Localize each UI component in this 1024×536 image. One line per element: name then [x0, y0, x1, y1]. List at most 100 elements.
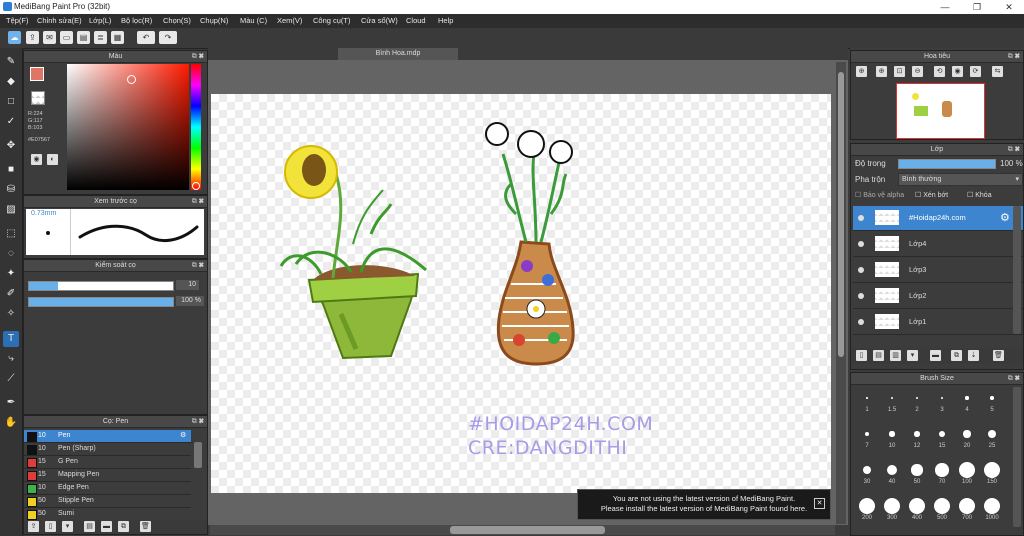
- undo-icon[interactable]: ↶: [137, 31, 155, 44]
- brush-delete-icon[interactable]: 🗑: [140, 521, 151, 532]
- brush-size-option[interactable]: 20: [956, 425, 978, 459]
- minimize-button[interactable]: —: [930, 1, 960, 13]
- brush-upload-icon[interactable]: ⇪: [28, 521, 39, 532]
- saturation-value-picker[interactable]: [67, 64, 189, 190]
- eraser-tool-icon[interactable]: ◆: [3, 74, 19, 90]
- close-button[interactable]: ✕: [994, 1, 1024, 13]
- brush-list-item[interactable]: 10 Edge Pen: [24, 482, 191, 495]
- menu-tools[interactable]: Công cụ(T): [313, 16, 351, 25]
- layer-row[interactable]: Lớp1: [853, 310, 1023, 335]
- gear-icon[interactable]: ⚙: [1000, 211, 1010, 224]
- menu-help[interactable]: Help: [438, 16, 453, 25]
- list-icon[interactable]: ≣: [94, 31, 107, 44]
- menu-edit[interactable]: Chỉnh sửa(E): [37, 16, 82, 25]
- brush-settings-icon[interactable]: ▤: [84, 521, 95, 532]
- brush-size-option[interactable]: 50: [906, 461, 928, 495]
- secondary-color-swatch[interactable]: [31, 91, 45, 105]
- canvas-vertical-scrollbar[interactable]: [836, 62, 846, 524]
- vertical-scroll-thumb[interactable]: [838, 72, 844, 357]
- brush-size-option[interactable]: 700: [956, 497, 978, 531]
- move-tool-icon[interactable]: ✥: [3, 138, 19, 154]
- brush-tool-icon[interactable]: ✎: [3, 54, 19, 70]
- operation-tool-icon[interactable]: ⤷: [3, 351, 19, 367]
- brush-list-item[interactable]: 10 Pen ⚙: [24, 430, 191, 443]
- merge-layer-icon[interactable]: ⇣: [968, 350, 979, 361]
- add-brush-icon[interactable]: ▾: [62, 521, 73, 532]
- cloud-icon[interactable]: ☁: [8, 31, 21, 44]
- duplicate-layer-icon[interactable]: ⧉: [951, 350, 962, 361]
- panel-controls-icon[interactable]: ⧉ ✖: [1008, 373, 1020, 384]
- brush-size-option[interactable]: 1000: [981, 497, 1003, 531]
- layer-row[interactable]: Lớp3: [853, 258, 1023, 283]
- new-halftone-layer-icon[interactable]: ▤: [873, 350, 884, 361]
- chat-icon[interactable]: ▭: [60, 31, 73, 44]
- menu-window[interactable]: Cửa sổ(W): [361, 16, 398, 25]
- zoom-fit-icon[interactable]: ⊡: [894, 66, 905, 77]
- menu-color[interactable]: Màu (C): [240, 16, 267, 25]
- select-pen-icon[interactable]: ✐: [3, 286, 19, 302]
- brush-size-option[interactable]: 12: [906, 425, 928, 459]
- hand-tool-icon[interactable]: ✋: [3, 415, 19, 431]
- brush-copy-icon[interactable]: ⧉: [118, 521, 129, 532]
- dropper-tool-icon[interactable]: ⟋: [3, 371, 19, 387]
- new-brush-icon[interactable]: ▯: [45, 521, 56, 532]
- gradient-tool-icon[interactable]: ▨: [3, 202, 19, 218]
- flip-icon[interactable]: ⇆: [992, 66, 1003, 77]
- brush-size-option[interactable]: 15: [931, 425, 953, 459]
- brush-size-option[interactable]: 1: [856, 389, 878, 423]
- brush-size-scrollbar[interactable]: [1013, 387, 1021, 527]
- menu-layer[interactable]: Lớp(L): [89, 16, 111, 25]
- brush-size-option[interactable]: 70: [931, 461, 953, 495]
- drawing-canvas[interactable]: #HOIDAP24H.COM CRE:DANGDITHI: [211, 94, 831, 493]
- menu-select[interactable]: Chọn(S): [163, 16, 191, 25]
- canvas-horizontal-scrollbar[interactable]: [210, 525, 835, 535]
- rotate-cw-icon[interactable]: ⟳: [970, 66, 981, 77]
- notice-close-icon[interactable]: ✕: [814, 498, 825, 509]
- protect-alpha-option[interactable]: ☐ Bảo vệ alpha: [855, 191, 904, 199]
- lock-option[interactable]: ☐ Khóa: [967, 191, 992, 199]
- layer-opacity-slider[interactable]: [898, 159, 996, 169]
- menu-view[interactable]: Xem(V): [277, 16, 302, 25]
- color-picker-cursor[interactable]: [127, 75, 136, 84]
- brush-size-option[interactable]: 10: [881, 425, 903, 459]
- page-icon[interactable]: ▤: [77, 31, 90, 44]
- document-tab[interactable]: Bình Hoa.mdp: [338, 48, 458, 60]
- add-layer-icon[interactable]: ▾: [907, 350, 918, 361]
- maximize-button[interactable]: ❐: [962, 1, 992, 13]
- brush-size-slider[interactable]: [28, 281, 174, 291]
- visibility-icon[interactable]: [858, 319, 864, 325]
- menu-cloud[interactable]: Cloud: [406, 16, 426, 25]
- rotate-icon[interactable]: ⟲: [934, 66, 945, 77]
- brush-list-item[interactable]: 10 Pen (Sharp): [24, 443, 191, 456]
- layer-row[interactable]: #Hoidap24h.com ⚙: [853, 206, 1023, 231]
- check-tool-icon[interactable]: ✓: [3, 114, 19, 130]
- brush-size-option[interactable]: 500: [931, 497, 953, 531]
- navigator-thumbnail[interactable]: [896, 83, 985, 139]
- layer-row[interactable]: Lớp4: [853, 232, 1023, 257]
- brush-size-option[interactable]: 200: [856, 497, 878, 531]
- bucket-tool-icon[interactable]: ⛁: [3, 182, 19, 198]
- brush-size-option[interactable]: 3: [931, 389, 953, 423]
- panel-controls-icon[interactable]: ⧉ ✖: [192, 260, 204, 271]
- brush-opacity-slider[interactable]: [28, 297, 174, 307]
- panel-controls-icon[interactable]: ⧉ ✖: [192, 51, 204, 62]
- select-eraser-icon[interactable]: ✧: [3, 306, 19, 322]
- text-tool-icon[interactable]: T: [3, 331, 19, 347]
- brush-size-value[interactable]: 10: [176, 280, 199, 290]
- select-tool-icon[interactable]: ⬚: [3, 226, 19, 242]
- layer-row[interactable]: Lớp2: [853, 284, 1023, 309]
- brush-size-option[interactable]: 400: [906, 497, 928, 531]
- upload-icon[interactable]: ⇪: [26, 31, 39, 44]
- reset-view-icon[interactable]: ◉: [952, 66, 963, 77]
- menu-file[interactable]: Tệp(F): [6, 16, 29, 25]
- brush-size-option[interactable]: 25: [981, 425, 1003, 459]
- comment-icon[interactable]: ✉: [43, 31, 56, 44]
- hue-slider[interactable]: [191, 64, 201, 190]
- lasso-tool-icon[interactable]: ◌: [3, 246, 19, 262]
- gear-icon[interactable]: ⚙: [180, 430, 186, 442]
- brush-list-scrollbar[interactable]: [194, 442, 202, 468]
- brush-folder-icon[interactable]: ▬: [101, 521, 112, 532]
- layer-list-scrollbar[interactable]: [1013, 206, 1021, 334]
- panel-controls-icon[interactable]: ⧉ ✖: [1008, 144, 1020, 155]
- magic-wand-icon[interactable]: ✦: [3, 266, 19, 282]
